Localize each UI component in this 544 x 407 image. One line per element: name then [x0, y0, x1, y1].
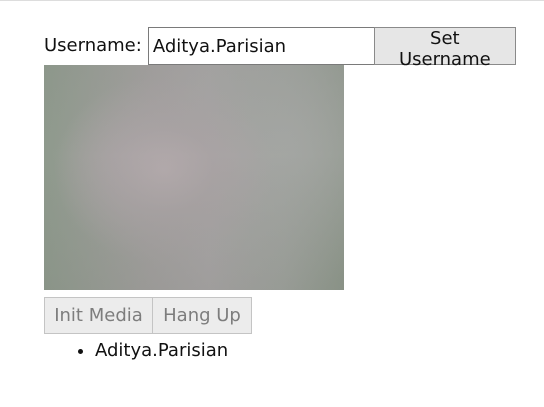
- hang-up-button[interactable]: Hang Up: [152, 297, 252, 334]
- user-list: Aditya.Parisian: [44, 337, 228, 364]
- user-list-item: Aditya.Parisian: [95, 337, 228, 364]
- username-input[interactable]: [147, 27, 375, 65]
- init-media-button[interactable]: Init Media: [44, 297, 153, 334]
- top-divider: [0, 0, 544, 1]
- username-label: Username:: [44, 35, 142, 56]
- media-controls: Init Media Hang Up: [44, 297, 252, 334]
- username-form: Username: Set Username: [44, 27, 516, 70]
- local-video-preview: [44, 65, 344, 290]
- set-username-button[interactable]: Set Username: [373, 27, 516, 70]
- video-frame: [44, 65, 344, 290]
